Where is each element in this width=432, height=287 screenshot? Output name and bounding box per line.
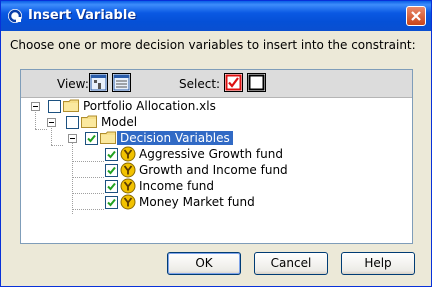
tree-node-label-selected: Decision Variables [117, 131, 233, 145]
check-icon [107, 182, 116, 191]
tree-node-variable[interactable]: Income fund [21, 178, 301, 194]
folder-icon [100, 131, 116, 144]
tree-node-variable[interactable]: Growth and Income fund [21, 162, 301, 178]
decision-variables-checkbox[interactable] [85, 132, 98, 145]
close-icon [411, 11, 421, 21]
tree-node-label: Money Market fund [139, 195, 255, 209]
insert-variable-dialog: Insert Variable Choose one or more decis… [0, 0, 432, 287]
collapse-toggle[interactable] [47, 118, 56, 127]
check-icon [107, 150, 116, 159]
variable-tree: Portfolio Allocation.xls Model Decision … [21, 98, 412, 243]
tree-view-icon [90, 74, 107, 91]
select-all-button[interactable] [224, 73, 243, 92]
root-checkbox[interactable] [48, 100, 61, 113]
tree-node-label: Model [101, 115, 138, 129]
variable-checkbox[interactable] [105, 148, 118, 161]
variable-icon [120, 146, 136, 162]
folder-icon [63, 99, 79, 112]
list-view-icon [113, 74, 130, 91]
uncheck-all-icon [248, 74, 265, 91]
tree-view-button[interactable] [89, 73, 108, 92]
tree-node-label: Portfolio Allocation.xls [83, 99, 216, 113]
select-none-button[interactable] [247, 73, 266, 92]
variable-checkbox[interactable] [105, 164, 118, 177]
variable-icon [120, 178, 136, 194]
tree-toolbar: View: Select: [21, 70, 412, 98]
tree-node-label: Aggressive Growth fund [139, 147, 283, 161]
select-label: Select: [179, 77, 221, 91]
view-label: View: [57, 77, 89, 91]
cancel-button[interactable]: Cancel [254, 252, 328, 275]
variable-checkbox[interactable] [105, 196, 118, 209]
check-icon [87, 134, 96, 143]
tree-node-label: Growth and Income fund [139, 163, 288, 177]
tree-node-label: Income fund [139, 179, 215, 193]
tree-node-decision-variables[interactable]: Decision Variables [21, 130, 281, 146]
collapse-toggle[interactable] [68, 134, 77, 143]
variable-tree-panel: View: Select: Portfolio Allocation.xls M… [20, 69, 413, 244]
model-checkbox[interactable] [66, 116, 79, 129]
instruction-text: Choose one or more decision variables to… [10, 38, 416, 52]
check-icon [107, 166, 116, 175]
title-bar[interactable]: Insert Variable [1, 1, 431, 31]
folder-icon [81, 115, 97, 128]
list-view-button[interactable] [112, 73, 131, 92]
tree-node-variable[interactable]: Money Market fund [21, 194, 301, 210]
tree-node-root[interactable]: Portfolio Allocation.xls [21, 98, 221, 114]
check-all-icon [225, 74, 242, 91]
tree-node-variable[interactable]: Aggressive Growth fund [21, 146, 301, 162]
collapse-toggle[interactable] [31, 102, 40, 111]
help-button[interactable]: Help [341, 252, 415, 275]
tree-node-model[interactable]: Model [21, 114, 221, 130]
check-icon [107, 198, 116, 207]
window-title: Insert Variable [28, 8, 137, 23]
ok-button[interactable]: OK [167, 252, 241, 275]
variable-checkbox[interactable] [105, 180, 118, 193]
app-logo-icon [7, 8, 23, 24]
close-button[interactable] [406, 6, 426, 26]
variable-icon [120, 162, 136, 178]
variable-icon [120, 194, 136, 210]
